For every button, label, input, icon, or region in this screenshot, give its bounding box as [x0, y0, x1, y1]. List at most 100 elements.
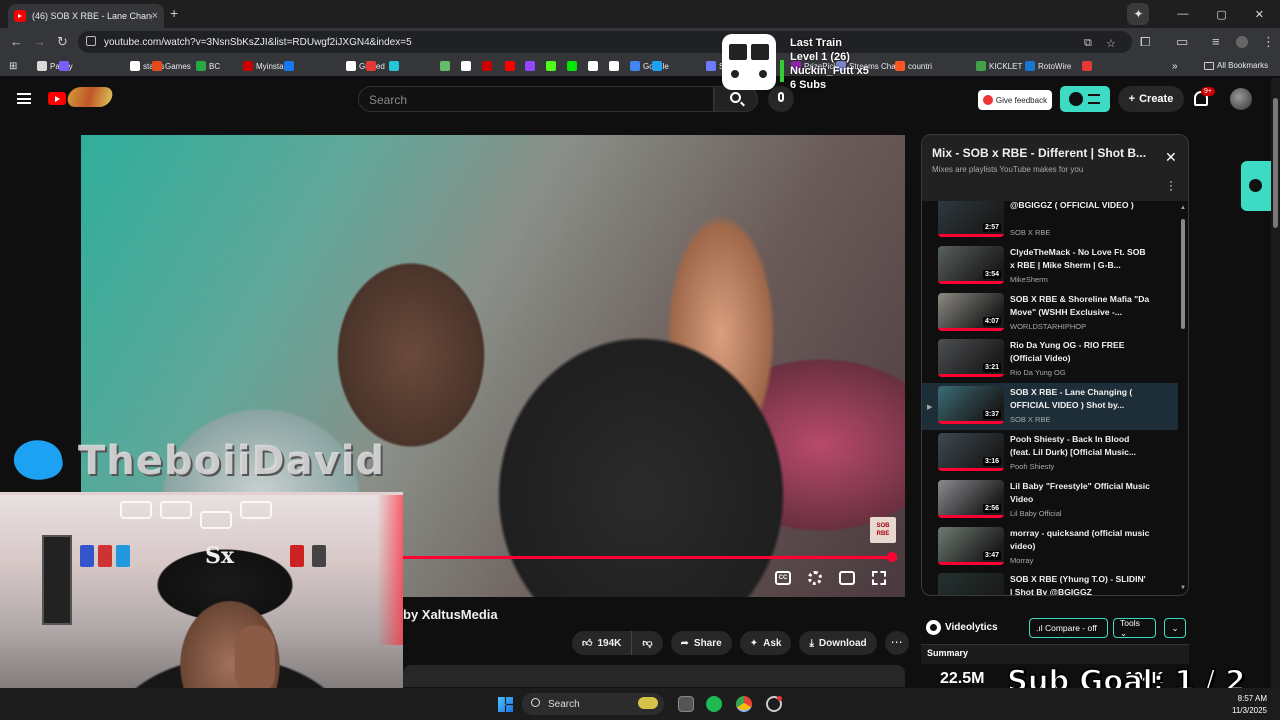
close-window-button[interactable]: ✕ — [1255, 8, 1264, 21]
kebab-menu-icon[interactable]: · · · — [1169, 175, 1173, 195]
playlist-item[interactable]: 3:21 Rio Da Yung OG - RIO FREE (Official … — [922, 336, 1178, 383]
playlist-item[interactable]: 2:57 @BGIGGZ ( OFFICIAL VIDEO ) SOB X RBE — [922, 201, 1178, 243]
page-scrollbar[interactable] — [1271, 78, 1280, 720]
bookmark-favicon-icon — [243, 61, 253, 71]
all-bookmarks-folder[interactable]: All Bookmarks — [1204, 61, 1268, 70]
back-arrow-icon[interactable]: ← — [10, 34, 23, 49]
bookmark-item[interactable] — [546, 61, 556, 71]
playlist-item[interactable]: 2:57 SOB X RBE (Yhung T.O) - SLIDIN' | Sh… — [922, 570, 1178, 595]
youtube-doodle-logo[interactable] — [65, 87, 115, 107]
video-thumbnail[interactable]: 2:56 — [938, 479, 1004, 518]
media-icon[interactable]: ≡ — [1212, 34, 1220, 49]
playlist-item[interactable]: 3:16 Pooh Shiesty - Back In Blood (feat. … — [922, 430, 1178, 477]
download-button[interactable]: ⤓ Download — [799, 631, 877, 655]
bookmark-item[interactable]: BC — [196, 61, 220, 71]
playlist-item[interactable]: 3:47 morray - quicksand (official music v… — [922, 524, 1178, 571]
create-button[interactable]: + Create — [1118, 86, 1184, 112]
scrubber-handle[interactable] — [887, 552, 898, 562]
train-title: Last Train — [790, 37, 842, 49]
chrome-menu-icon[interactable]: ⋮ — [1262, 34, 1275, 50]
minimize-button[interactable]: — — [1177, 8, 1188, 20]
apps-grid-icon[interactable]: ⊞ — [9, 61, 17, 72]
account-avatar[interactable] — [1230, 88, 1252, 110]
bookmark-item[interactable]: KICKLET — [976, 61, 1022, 71]
playlist-scrollbar[interactable]: ▲ ▼ — [1180, 205, 1186, 595]
sidepanel-icon[interactable]: ▭ — [1176, 34, 1188, 50]
search-input[interactable]: Search — [358, 86, 714, 112]
taskbar-clock[interactable]: 8:57 AM 11/3/2025 — [1232, 693, 1267, 717]
video-thumbnail[interactable]: 2:57 — [938, 201, 1004, 237]
profile-avatar[interactable] — [1236, 36, 1248, 48]
youtube-logo-icon[interactable] — [48, 92, 66, 105]
task-view-icon[interactable] — [678, 696, 694, 712]
taskbar-search[interactable]: Search — [522, 693, 664, 715]
settings-gear-icon[interactable] — [808, 571, 822, 585]
bookmark-item[interactable] — [440, 61, 450, 71]
bookmark-item[interactable] — [652, 61, 662, 71]
video-thumbnail[interactable]: 2:57 — [938, 573, 1004, 595]
ask-button[interactable]: ✦ Ask — [739, 631, 792, 655]
bookmark-item[interactable] — [482, 61, 492, 71]
playlist-item[interactable]: ▶ 3:37 SOB X RBE - Lane Changing ( OFFICIA… — [922, 383, 1178, 431]
video-thumbnail[interactable]: 4:07 — [938, 292, 1004, 331]
bookmark-item[interactable] — [588, 61, 598, 71]
bookmark-item[interactable]: Google — [630, 61, 669, 71]
chrome-icon[interactable] — [736, 696, 752, 712]
bookmark-star-icon[interactable]: ☆ — [1106, 37, 1116, 50]
playlist-title[interactable]: Mix - SOB x RBE - Different | Shot B... — [932, 146, 1157, 160]
dislike-button[interactable]: 👎︎ — [632, 631, 663, 655]
bookmark-item[interactable] — [505, 61, 515, 71]
video-thumbnail[interactable]: 3:16 — [938, 433, 1004, 471]
video-thumbnail[interactable]: 3:37 — [938, 386, 1004, 425]
bookmark-item[interactable] — [525, 61, 535, 71]
channel-watermark[interactable]: SOB RBE — [870, 517, 896, 543]
compare-toggle[interactable]: .ıl Compare - off — [1029, 618, 1108, 638]
tab-close-icon[interactable]: × — [152, 10, 158, 22]
cast-icon[interactable]: ⧉ — [1084, 37, 1092, 50]
new-tab-button[interactable]: + — [170, 5, 178, 21]
video-thumbnail[interactable]: 3:47 — [938, 526, 1004, 565]
playlist-item[interactable]: 4:07 SOB X RBE & Shoreline Mafia "Da Move… — [922, 290, 1178, 337]
bookmark-item[interactable]: Games — [152, 61, 191, 71]
bookmark-item[interactable] — [366, 61, 376, 71]
share-button[interactable]: ➦ Share — [670, 631, 732, 655]
like-button[interactable]: 👍︎ 194K — [572, 631, 633, 655]
browser-tab[interactable]: (46) SOB X RBE - Lane Chang × — [8, 4, 164, 28]
bookmark-item[interactable] — [609, 61, 619, 71]
give-feedback-button[interactable]: Give feedback — [978, 90, 1052, 110]
extension-menu-button[interactable] — [1060, 86, 1110, 112]
video-thumbnail[interactable]: 3:54 — [938, 245, 1004, 284]
gemini-sparkle-icon[interactable]: ✦ — [1127, 3, 1150, 25]
bookmark-item[interactable] — [59, 61, 69, 71]
forward-arrow-icon[interactable]: → — [33, 34, 46, 49]
description-box[interactable] — [403, 665, 905, 687]
video-thumbnail[interactable]: 3:21 — [938, 339, 1004, 378]
extension-side-tab[interactable] — [1241, 161, 1271, 211]
maximize-button[interactable]: ▢ — [1216, 8, 1226, 21]
tools-dropdown[interactable]: Tools ⌄ — [1113, 618, 1156, 638]
collapse-dropdown[interactable]: ⌄ — [1164, 618, 1186, 638]
spotify-icon[interactable] — [706, 696, 722, 712]
bookmark-item[interactable]: RotoWire — [1025, 61, 1071, 71]
captions-button[interactable]: CC — [775, 571, 791, 585]
bookmark-item[interactable]: countri — [895, 61, 932, 71]
bookmarks-overflow-icon[interactable]: » — [1172, 61, 1178, 72]
playlist-item[interactable]: 3:54 ClydeTheMack - No Love Ft. SOB x RBE… — [922, 243, 1178, 290]
site-info-icon[interactable] — [86, 36, 96, 46]
bookmark-item[interactable] — [284, 61, 294, 71]
bookmark-item[interactable] — [461, 61, 471, 71]
video-byline[interactable]: by XaltusMedia — [403, 607, 498, 622]
address-bar[interactable]: youtube.com/watch?v=3NsnSbKsZJI&list=RDU… — [78, 31, 1132, 53]
bookmark-item[interactable] — [389, 61, 399, 71]
menu-icon[interactable] — [17, 93, 31, 104]
close-icon[interactable]: ✕ — [1165, 149, 1177, 166]
playlist-item[interactable]: 2:56 Lil Baby "Freestyle" Official Music … — [922, 477, 1178, 524]
miniplayer-button[interactable] — [839, 571, 855, 585]
more-actions-button[interactable]: ⋯ — [884, 631, 909, 655]
reload-icon[interactable]: ↻ — [57, 34, 68, 50]
bookmark-item[interactable] — [1082, 61, 1092, 71]
extensions-icon[interactable]: ⧠ — [1140, 34, 1150, 50]
bookmark-item[interactable] — [567, 61, 577, 71]
windows-start-icon[interactable] — [498, 697, 513, 712]
progress-bar[interactable] — [401, 552, 898, 562]
